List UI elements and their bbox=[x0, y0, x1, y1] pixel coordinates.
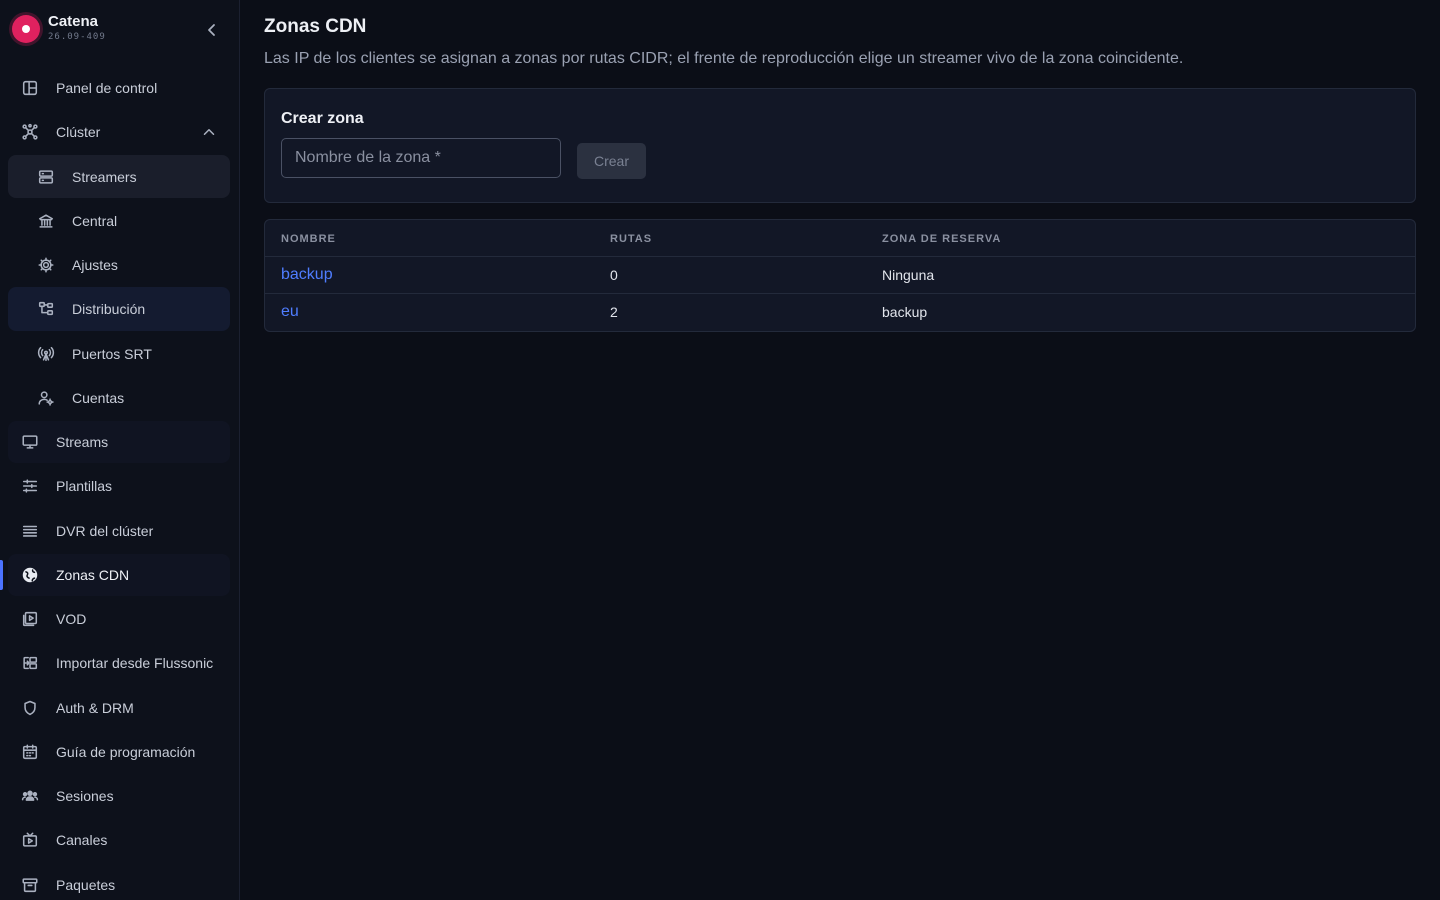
sidebar-item-label: Panel de control bbox=[56, 80, 158, 96]
sidebar-item-panel-de-control[interactable]: Panel de control bbox=[8, 67, 230, 109]
table-row[interactable]: backup 0 Ninguna bbox=[265, 257, 1415, 294]
zone-routes-count: 0 bbox=[610, 267, 618, 283]
sidebar-item-dvr-del-cluster[interactable]: DVR del clúster bbox=[8, 510, 230, 552]
sidebar: Catena 26.09-409 Panel de control Clúste… bbox=[0, 0, 240, 900]
sidebar-item-label: Sesiones bbox=[56, 788, 114, 804]
page-title: Zonas CDN bbox=[264, 16, 367, 37]
sidebar-item-label: Puertos SRT bbox=[72, 346, 152, 362]
sidebar-item-label: Clúster bbox=[56, 124, 101, 140]
create-button[interactable]: Crear bbox=[577, 143, 646, 179]
create-zone-card: Crear zona Crear bbox=[264, 88, 1416, 203]
sidebar-item-distribucion[interactable]: Distribución bbox=[8, 287, 230, 331]
sidebar-item-label: VOD bbox=[56, 611, 87, 627]
sidebar-item-zonas-cdn[interactable]: Zonas CDN bbox=[8, 554, 230, 596]
zone-name-link[interactable]: backup bbox=[281, 266, 333, 284]
zone-routes-count: 2 bbox=[610, 304, 618, 320]
sidebar-item-cuentas[interactable]: Cuentas bbox=[8, 377, 230, 419]
import-icon bbox=[20, 653, 40, 673]
sidebar-item-label: Zonas CDN bbox=[56, 567, 130, 583]
sidebar-item-label: DVR del clúster bbox=[56, 523, 154, 539]
tv-icon bbox=[20, 830, 40, 850]
user-accounts-icon bbox=[36, 388, 56, 408]
sliders-icon bbox=[20, 476, 40, 496]
sidebar-item-label: Streams bbox=[56, 434, 109, 450]
zone-name-link[interactable]: eu bbox=[281, 303, 299, 321]
sidebar-item-sesiones[interactable]: Sesiones bbox=[8, 775, 230, 817]
distribution-tree-icon bbox=[36, 299, 56, 319]
brand-version: 26.09-409 bbox=[48, 32, 106, 42]
collapse-sidebar-button[interactable] bbox=[202, 20, 222, 40]
sidebar-item-label: Streamers bbox=[72, 168, 137, 185]
table-header: NOMBRE RUTAS ZONA DE RESERVA bbox=[265, 220, 1415, 257]
shield-icon bbox=[20, 698, 40, 718]
sidebar-item-label: Distribución bbox=[72, 301, 146, 317]
archive-box-icon bbox=[20, 875, 40, 895]
gear-icon bbox=[36, 255, 56, 275]
sidebar-item-auth-drm[interactable]: Auth & DRM bbox=[8, 687, 230, 729]
calendar-icon bbox=[20, 742, 40, 762]
layout-dashboard-icon bbox=[20, 78, 40, 98]
sidebar-item-label: Auth & DRM bbox=[56, 700, 134, 716]
sidebar-item-cluster[interactable]: Clúster bbox=[8, 111, 230, 153]
chevron-left-icon bbox=[208, 24, 215, 36]
zone-name-input[interactable] bbox=[281, 138, 561, 178]
server-icon bbox=[36, 167, 56, 187]
column-header-routes[interactable]: RUTAS bbox=[610, 233, 652, 245]
sidebar-item-vod[interactable]: VOD bbox=[8, 598, 230, 640]
monitor-icon bbox=[20, 432, 40, 452]
brand-logo bbox=[12, 15, 40, 43]
sidebar-item-label: Plantillas bbox=[56, 478, 113, 494]
brand-name: Catena bbox=[48, 13, 99, 30]
sidebar-item-label: Importar desde Flussonic bbox=[56, 655, 214, 671]
chevron-up-icon[interactable] bbox=[200, 123, 218, 141]
sidebar-item-central[interactable]: Central bbox=[8, 200, 230, 242]
users-group-icon bbox=[20, 786, 40, 806]
list-stack-icon bbox=[20, 521, 40, 541]
active-indicator bbox=[0, 560, 3, 590]
table-row[interactable]: eu 2 backup bbox=[265, 294, 1415, 331]
sidebar-item-puertos-srt[interactable]: Puertos SRT bbox=[8, 333, 230, 375]
sidebar-item-label: Guía de programación bbox=[56, 744, 196, 760]
sidebar-item-ajustes[interactable]: Ajustes bbox=[8, 244, 230, 286]
cluster-network-icon bbox=[20, 122, 40, 142]
bank-building-icon bbox=[36, 211, 56, 231]
sidebar-item-streamers[interactable]: Streamers bbox=[8, 155, 230, 198]
sidebar-item-plantillas[interactable]: Plantillas bbox=[8, 465, 230, 507]
sidebar-item-label: Paquetes bbox=[56, 877, 116, 893]
antenna-icon bbox=[36, 344, 56, 364]
zone-fallback: Ninguna bbox=[882, 267, 935, 283]
sidebar-item-label: Canales bbox=[56, 832, 108, 848]
sidebar-item-importar-desde-flussonic[interactable]: Importar desde Flussonic bbox=[8, 642, 230, 684]
column-header-fallback-zone[interactable]: ZONA DE RESERVA bbox=[882, 233, 1001, 245]
video-library-icon bbox=[20, 609, 40, 629]
sidebar-item-canales[interactable]: Canales bbox=[8, 819, 230, 861]
sidebar-item-label: Cuentas bbox=[72, 390, 125, 406]
create-zone-title: Crear zona bbox=[281, 110, 364, 127]
sidebar-item-streams[interactable]: Streams bbox=[8, 421, 230, 463]
sidebar-item-label: Ajustes bbox=[72, 257, 118, 273]
sidebar-item-paquetes[interactable]: Paquetes bbox=[8, 864, 230, 900]
page-description: Las IP de los clientes se asignan a zona… bbox=[264, 50, 1184, 67]
zone-fallback: backup bbox=[882, 304, 928, 320]
sidebar-item-guia-de-programacion[interactable]: Guía de programación bbox=[8, 731, 230, 773]
globe-icon bbox=[20, 565, 40, 585]
sidebar-item-label: Central bbox=[72, 213, 118, 229]
brand[interactable]: Catena 26.09-409 bbox=[12, 12, 228, 46]
column-header-name[interactable]: NOMBRE bbox=[281, 233, 336, 245]
zones-table: NOMBRE RUTAS ZONA DE RESERVA backup 0 Ni… bbox=[264, 219, 1416, 332]
